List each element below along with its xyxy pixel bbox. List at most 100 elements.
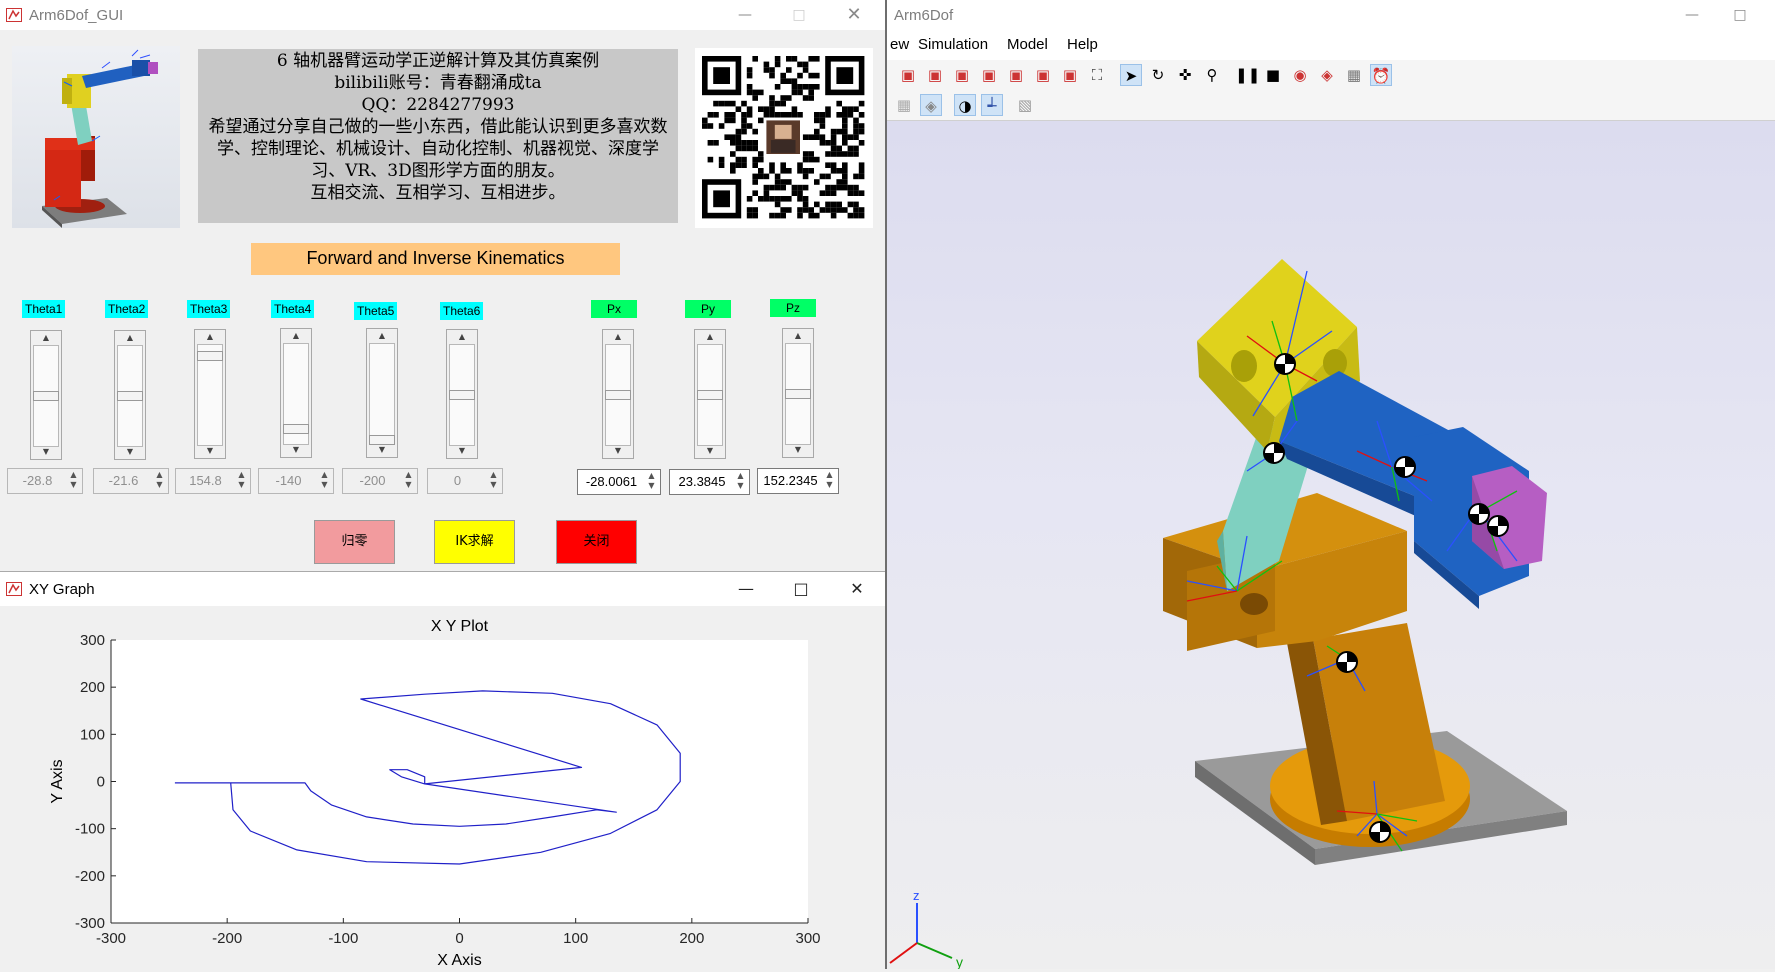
view-top-icon[interactable]: ▣: [1005, 64, 1027, 86]
theta2-slider[interactable]: ▲ ▼: [114, 330, 146, 460]
minimize-button[interactable]: —: [1669, 0, 1715, 30]
fit-view-icon[interactable]: ⛶: [1086, 64, 1108, 86]
slider-down-arrow-icon[interactable]: ▼: [31, 445, 61, 459]
view-back-icon[interactable]: ▣: [924, 64, 946, 86]
slider-down-arrow-icon[interactable]: ▼: [367, 443, 397, 457]
slider-up-arrow-icon[interactable]: ▲: [783, 329, 813, 343]
slider-up-arrow-icon[interactable]: ▲: [447, 330, 477, 344]
sim-toolbar-main: ▣ ▣ ▣ ▣ ▣ ▣ ▣ ⛶ ➤ ↻ ✜ ⚲ ❚❚ ■ ◉ ◈ ▦ ⏰: [887, 60, 1775, 90]
pan-icon[interactable]: ✜: [1174, 64, 1196, 86]
slider-thumb[interactable]: [197, 351, 223, 362]
transparency-toggle-icon[interactable]: ◈: [920, 94, 942, 116]
py-spinbox[interactable]: 23.3845 ▲ ▼: [669, 469, 750, 495]
slider-up-arrow-icon[interactable]: ▲: [367, 329, 397, 343]
y-tick-label: -100: [75, 821, 105, 838]
pz-slider[interactable]: ▲ ▼: [782, 328, 814, 458]
theta3-spinbox[interactable]: 154.8 ▲ ▼: [175, 468, 251, 494]
sim-window-title: Arm6Dof: [894, 6, 954, 24]
px-label: Px: [591, 300, 637, 318]
px-spinbox[interactable]: -28.0061 ▲ ▼: [577, 469, 661, 495]
slider-track-lower: [785, 395, 811, 445]
py-slider[interactable]: ▲ ▼: [694, 329, 726, 459]
timer-icon[interactable]: ⏰: [1370, 64, 1392, 86]
slider-up-arrow-icon[interactable]: ▲: [195, 330, 225, 344]
center-of-mass-icon[interactable]: ◑: [954, 94, 976, 116]
ik-solve-button[interactable]: IK求解: [434, 520, 515, 564]
view-right-icon[interactable]: ▣: [978, 64, 1000, 86]
slider-up-arrow-icon[interactable]: ▲: [603, 330, 633, 344]
menu-model[interactable]: Model: [1007, 36, 1048, 53]
record-settings-icon[interactable]: ◈: [1316, 64, 1338, 86]
grid-toggle-icon[interactable]: ▦: [893, 94, 915, 116]
author-info-panel: 6 轴机器臂运动学正逆解计算及其仿真案例 bilibili账号：青春翻涌成ta …: [198, 49, 678, 223]
maximize-button[interactable]: □: [776, 0, 822, 30]
spin-arrows-icon[interactable]: ▲ ▼: [644, 471, 659, 493]
theta4-spinbox[interactable]: -140 ▲ ▼: [258, 468, 334, 494]
theta6-spinbox[interactable]: 0 ▲ ▼: [427, 468, 503, 494]
spin-arrows-icon[interactable]: ▲ ▼: [733, 471, 748, 493]
spin-arrows-icon[interactable]: ▲ ▼: [317, 470, 332, 492]
export-video-icon[interactable]: ▦: [1343, 64, 1365, 86]
slider-thumb[interactable]: [785, 389, 811, 399]
slider-up-arrow-icon[interactable]: ▲: [31, 331, 61, 345]
theta6-label: Theta6: [440, 302, 484, 320]
theta3-slider[interactable]: ▲ ▼: [194, 329, 226, 459]
menu-help[interactable]: Help: [1067, 36, 1098, 53]
theta1-slider[interactable]: ▲ ▼: [30, 330, 62, 460]
spin-arrows-icon[interactable]: ▲ ▼: [66, 470, 81, 492]
pz-spinbox[interactable]: 152.2345 ▲ ▼: [757, 468, 839, 494]
slider-down-arrow-icon[interactable]: ▼: [695, 444, 725, 458]
home-button[interactable]: 归零: [314, 520, 395, 564]
record-icon[interactable]: ◉: [1289, 64, 1311, 86]
convex-hull-icon[interactable]: ▧: [1014, 94, 1036, 116]
theta5-spinbox[interactable]: -200 ▲ ▼: [342, 468, 418, 494]
frames-toggle-icon[interactable]: ┵: [981, 94, 1003, 116]
maximize-button[interactable]: □: [1717, 0, 1763, 30]
theta2-spinbox[interactable]: -21.6 ▲ ▼: [93, 468, 169, 494]
slider-up-arrow-icon[interactable]: ▲: [115, 331, 145, 345]
rotate-icon[interactable]: ↻: [1147, 64, 1169, 86]
slider-thumb[interactable]: [117, 391, 143, 401]
slider-down-arrow-icon[interactable]: ▼: [447, 444, 477, 458]
menu-view[interactable]: ew: [890, 36, 909, 53]
slider-down-arrow-icon[interactable]: ▼: [195, 444, 225, 458]
theta4-slider[interactable]: ▲ ▼: [280, 328, 312, 458]
slider-down-arrow-icon[interactable]: ▼: [281, 443, 311, 457]
theta1-spinbox[interactable]: -28.8 ▲ ▼: [7, 468, 83, 494]
pause-icon[interactable]: ❚❚: [1235, 64, 1260, 86]
stop-icon[interactable]: ■: [1262, 64, 1284, 86]
section-title: Forward and Inverse Kinematics: [251, 243, 620, 275]
maximize-button[interactable]: □: [778, 572, 824, 606]
view-front-icon[interactable]: ▣: [897, 64, 919, 86]
view-left-icon[interactable]: ▣: [951, 64, 973, 86]
spin-arrows-icon[interactable]: ▲ ▼: [401, 470, 416, 492]
theta6-slider[interactable]: ▲ ▼: [446, 329, 478, 459]
slider-up-arrow-icon[interactable]: ▲: [281, 329, 311, 343]
view-iso-icon[interactable]: ▣: [1059, 64, 1081, 86]
select-pointer-icon[interactable]: ➤: [1120, 64, 1142, 86]
close-window-button[interactable]: ✕: [831, 0, 877, 30]
slider-thumb[interactable]: [33, 391, 59, 401]
slider-thumb[interactable]: [449, 390, 475, 400]
slider-down-arrow-icon[interactable]: ▼: [603, 444, 633, 458]
zoom-icon[interactable]: ⚲: [1201, 64, 1223, 86]
slider-thumb[interactable]: [697, 390, 723, 400]
view-bottom-icon[interactable]: ▣: [1032, 64, 1054, 86]
close-window-button[interactable]: ✕: [834, 572, 880, 606]
3d-viewport[interactable]: z y: [887, 121, 1775, 970]
slider-up-arrow-icon[interactable]: ▲: [695, 330, 725, 344]
slider-thumb[interactable]: [283, 423, 309, 434]
spin-arrows-icon[interactable]: ▲ ▼: [822, 470, 837, 492]
theta5-slider[interactable]: ▲ ▼: [366, 328, 398, 458]
spin-arrows-icon[interactable]: ▲ ▼: [152, 470, 167, 492]
px-slider[interactable]: ▲ ▼: [602, 329, 634, 459]
spin-arrows-icon[interactable]: ▲ ▼: [486, 470, 501, 492]
spin-arrows-icon[interactable]: ▲ ▼: [234, 470, 249, 492]
slider-down-arrow-icon[interactable]: ▼: [783, 443, 813, 457]
menu-simulation[interactable]: Simulation: [918, 36, 988, 53]
minimize-button[interactable]: —: [722, 0, 768, 30]
minimize-button[interactable]: —: [723, 572, 769, 606]
slider-thumb[interactable]: [605, 390, 631, 400]
close-gui-button[interactable]: 关闭: [556, 520, 637, 564]
slider-down-arrow-icon[interactable]: ▼: [115, 445, 145, 459]
